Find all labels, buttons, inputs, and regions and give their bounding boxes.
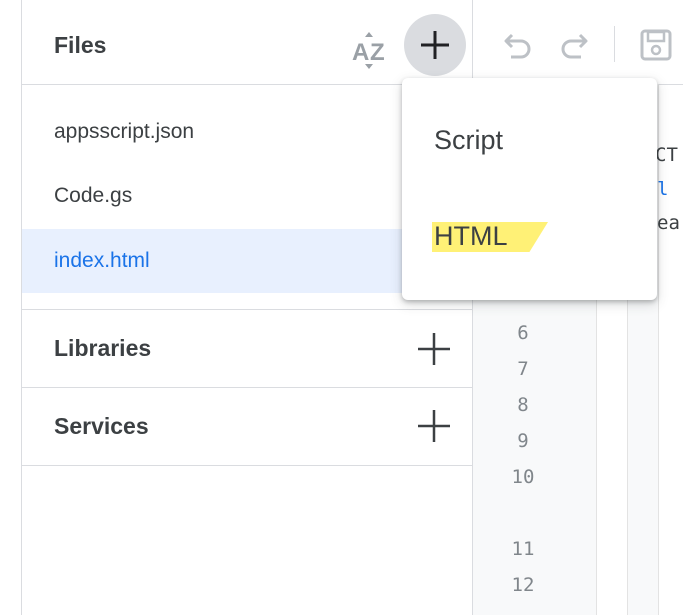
redo-icon[interactable] xyxy=(557,28,591,62)
add-service-icon[interactable] xyxy=(418,410,450,442)
html-highlight: HTML xyxy=(432,196,548,276)
libraries-header: Libraries xyxy=(22,309,472,388)
libraries-title: Libraries xyxy=(54,335,152,361)
sort-az-icon[interactable]: A Z xyxy=(350,30,390,69)
code-fragment: ea xyxy=(657,212,680,234)
services-header: Services xyxy=(22,387,472,466)
line-number: 11 xyxy=(511,538,535,560)
code-fragment: CT xyxy=(655,144,678,166)
line-number: 6 xyxy=(517,322,529,344)
menu-item-html-label: HTML xyxy=(434,221,508,251)
undo-icon[interactable] xyxy=(501,28,535,62)
add-file-menu: Script HTML xyxy=(402,78,657,300)
toolbar-divider xyxy=(614,26,615,62)
save-icon[interactable] xyxy=(639,28,673,62)
menu-item-script[interactable]: Script xyxy=(402,100,657,180)
add-file-button[interactable] xyxy=(404,14,466,76)
files-header: Files A Z xyxy=(22,6,472,85)
code-fragment: l xyxy=(657,178,669,200)
line-number: 10 xyxy=(511,466,535,488)
svg-text:Z: Z xyxy=(370,39,385,66)
line-number: 12 xyxy=(511,574,535,596)
add-library-icon[interactable] xyxy=(418,333,450,365)
window-frame xyxy=(0,0,22,615)
plus-icon xyxy=(421,31,449,59)
line-number: 9 xyxy=(517,430,529,452)
menu-item-html[interactable]: HTML xyxy=(402,196,657,276)
line-number: 7 xyxy=(517,358,529,380)
line-number: 8 xyxy=(517,394,529,416)
svg-text:A: A xyxy=(352,39,369,66)
files-title: Files xyxy=(54,32,107,58)
services-title: Services xyxy=(54,413,149,439)
editor-toolbar xyxy=(473,0,683,85)
